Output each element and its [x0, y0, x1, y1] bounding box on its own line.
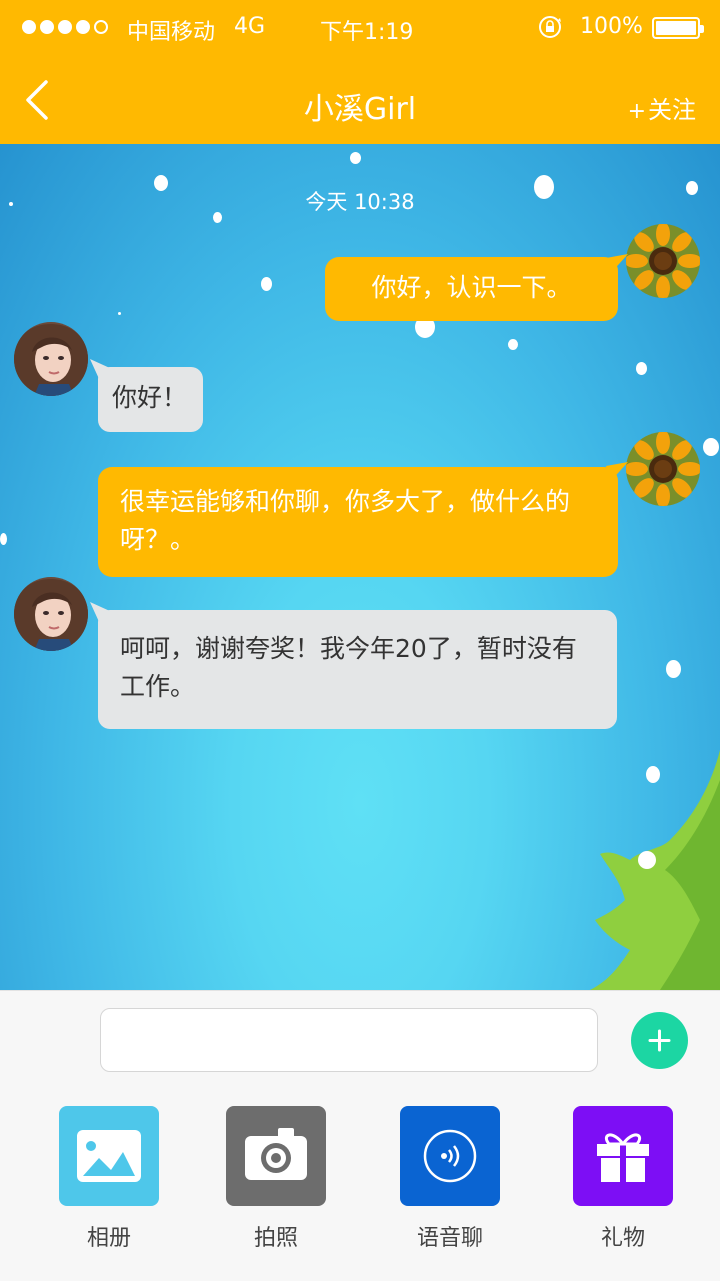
message-text: 你好，认识一下。 [371, 273, 572, 302]
message-bubble-sent[interactable]: 很幸运能够和你聊，你多大了，做什么的呀？。 [98, 467, 618, 577]
plus-icon [648, 1029, 671, 1052]
tool-label: 礼物 [600, 1226, 645, 1251]
snow-dot [666, 660, 681, 678]
follow-button[interactable]: +关注 [628, 90, 696, 125]
gift-tool-button[interactable]: 礼物 [573, 1106, 673, 1252]
tool-label: 语音聊 [416, 1226, 483, 1251]
voice-chat-tool-button[interactable]: 语音聊 [400, 1106, 500, 1252]
nav-bar: 小溪Girl +关注 [0, 56, 720, 144]
message-text: 很幸运能够和你聊，你多大了，做什么的呀？。 [120, 487, 571, 554]
message-input[interactable] [100, 1008, 598, 1072]
battery-icon [652, 17, 704, 39]
contact-avatar[interactable] [14, 577, 88, 651]
image-icon [77, 1130, 141, 1182]
message-bubble-received[interactable]: 呵呵，谢谢夸奖！我今年20了，暂时没有工作。 [98, 610, 617, 729]
message-text: 呵呵，谢谢夸奖！我今年20了，暂时没有工作。 [120, 634, 577, 701]
gift-icon [597, 1133, 649, 1182]
tree-decoration [590, 750, 720, 990]
my-avatar[interactable] [626, 224, 700, 298]
contact-avatar[interactable] [14, 322, 88, 396]
network-type: 4G [234, 14, 266, 39]
battery-percentage: 100% [580, 14, 643, 39]
snow-dot [508, 339, 518, 350]
camera-tool-button[interactable]: 拍照 [226, 1106, 326, 1252]
voice-icon [423, 1129, 477, 1183]
status-time: 下午1:19 [320, 20, 414, 45]
snow-dot [350, 152, 361, 164]
follow-plus: + [627, 99, 646, 124]
snow-dot [703, 438, 719, 456]
chat-title: 小溪Girl [303, 92, 417, 127]
rotation-lock-icon [539, 16, 561, 38]
message-bubble-received[interactable]: 你好！ [98, 367, 203, 432]
chat-timestamp: 今天 10:38 [305, 190, 415, 214]
message-text: 你好！ [112, 383, 188, 412]
status-bar: 中国移动 4G 下午1:19 100% [0, 0, 720, 56]
message-bubble-sent[interactable]: 你好，认识一下。 [325, 257, 618, 321]
sunflower-icon [626, 432, 700, 506]
add-button[interactable] [631, 1012, 688, 1069]
album-tool-button[interactable]: 相册 [59, 1106, 159, 1252]
snow-dot [0, 533, 7, 545]
snow-dot [636, 362, 647, 375]
girl-portrait-icon [14, 577, 88, 651]
composer-panel: 相册 拍照 语音聊 礼物 [0, 990, 720, 1281]
snow-dot [261, 277, 272, 291]
signal-strength-icon [22, 20, 108, 34]
carrier-name: 中国移动 [127, 20, 216, 45]
sunflower-icon [626, 224, 700, 298]
follow-label: 关注 [648, 96, 696, 124]
tool-label: 拍照 [253, 1226, 298, 1251]
my-avatar[interactable] [626, 432, 700, 506]
chat-area[interactable]: 今天 10:38 你好，认识一下。 你好！ 很幸运能够和你聊，你多大了，做什么的… [0, 144, 720, 990]
girl-portrait-icon [14, 322, 88, 396]
tool-label: 相册 [86, 1226, 131, 1251]
snow-dot [118, 312, 121, 315]
camera-icon [245, 1128, 307, 1180]
